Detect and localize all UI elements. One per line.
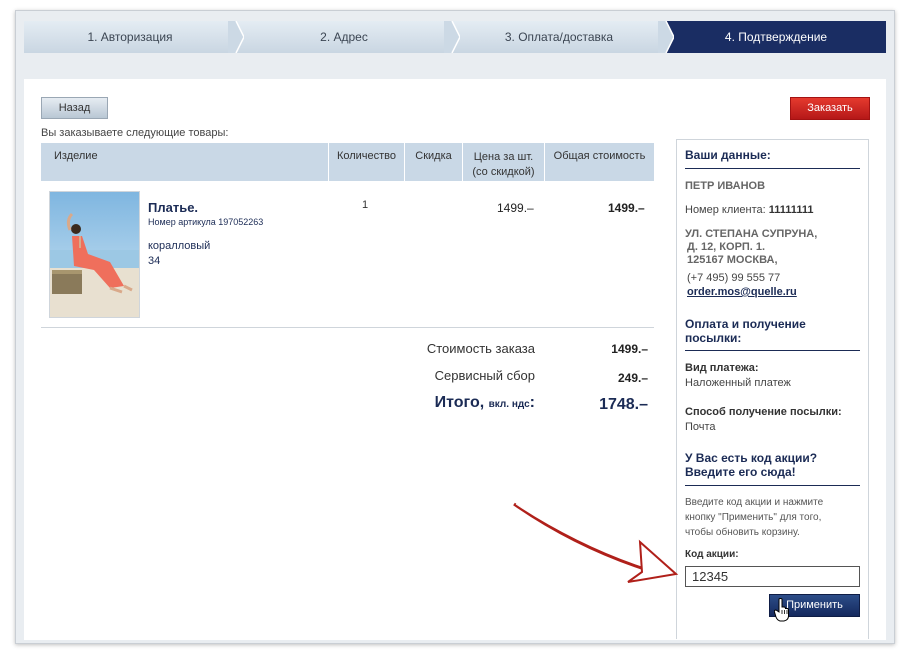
step-label: 2. Адрес (320, 30, 368, 44)
customer-name: ПЕТР ИВАНОВ (685, 180, 766, 192)
promo-code-label: Код акции: (685, 549, 739, 560)
promo-heading: У Вас есть код акции? Введите его сюда! (685, 451, 817, 479)
customer-sidebar: Ваши данные: ПЕТР ИВАНОВ Номер клиента: … (676, 139, 869, 639)
product-color: коралловый (148, 240, 211, 252)
payment-heading: Оплата и получение посылки: (685, 317, 806, 345)
payment-heading-line2: посылки: (685, 331, 742, 345)
order-button[interactable]: Заказать (790, 97, 870, 120)
address-line: УЛ. СТЕПАНА СУПРУНА, (685, 228, 818, 240)
grand-total-value: 1748.– (599, 396, 648, 413)
hand-cursor-icon (774, 598, 789, 622)
step-separator-icon (228, 21, 244, 53)
cart-table-header: Изделие Количество Скидка Цена за шт. (с… (41, 143, 654, 181)
email-link[interactable]: order.mos@quelle.ru (687, 286, 797, 298)
total-vat-note: вкл. ндс (488, 399, 530, 410)
checkout-steps: 1. Авторизация 2. Адрес 3. Оплата/достав… (24, 21, 886, 53)
table-divider (41, 327, 654, 328)
promo-code-input[interactable] (685, 566, 860, 587)
promo-heading-line2: Введите его сюда! (685, 465, 796, 479)
step-authorization[interactable]: 1. Авторизация (24, 21, 244, 53)
payment-type-value: Наложенный платеж (685, 377, 791, 389)
service-fee-label: Сервисный сбор (434, 368, 535, 383)
your-data-heading: Ваши данные: (685, 148, 771, 162)
payment-type-label: Вид платежа: (685, 362, 759, 374)
step-payment-delivery[interactable]: 3. Оплата/доставка (452, 21, 674, 53)
promo-hint-line: Введите код акции и нажмите (685, 497, 824, 508)
customer-phone: (+7 495) 99 555 77 (687, 272, 781, 284)
product-article-number: Номер артикула 197052263 (148, 217, 264, 227)
promo-heading-line1: У Вас есть код акции? (685, 451, 818, 465)
order-cost-label: Стоимость заказа (426, 341, 535, 356)
sidebar-divider (685, 350, 860, 351)
dress-photo-icon (50, 192, 139, 317)
order-intro-text: Вы заказываете следующие товары: (41, 127, 229, 139)
sidebar-divider (685, 168, 860, 169)
step-label: 3. Оплата/доставка (504, 30, 614, 44)
step-separator-icon (444, 21, 460, 53)
payment-heading-line1: Оплата и получение (685, 317, 806, 331)
step-confirmation: 4. Подтверждение (666, 21, 886, 53)
step-label: 1. Авторизация (87, 30, 173, 44)
service-fee-value: 249.– (617, 371, 648, 385)
price-header-line1: Цена за шт. (473, 151, 534, 163)
address-line: Д. 12, КОРП. 1. (687, 241, 766, 253)
column-header-item: Изделие (54, 150, 98, 162)
back-button[interactable]: Назад (41, 97, 108, 119)
column-header-total: Общая стоимость (544, 143, 654, 181)
customer-email[interactable]: order.mos@quelle.ru (685, 286, 797, 299)
column-header-quantity: Количество (328, 143, 404, 181)
client-number-row: Номер клиента: 11111111 (685, 204, 813, 217)
product-image[interactable] (49, 191, 140, 318)
product-price: 1499.– (497, 201, 534, 215)
client-number-label: Номер клиента: (685, 204, 766, 216)
product-total: 1499.– (608, 201, 645, 215)
delivery-method-value: Почта (685, 421, 716, 433)
order-cost-value: 1499.– (611, 342, 648, 356)
grand-total-label: Итого, вкл. ндс: (435, 394, 535, 412)
address-line: 125167 МОСКВА, (687, 254, 778, 266)
client-number-value: 11111111 (768, 204, 814, 216)
step-separator-icon (658, 21, 674, 53)
promo-hint: Введите код акции и нажмите кнопку "Прим… (685, 495, 865, 540)
product-name[interactable]: Платье. (148, 200, 198, 215)
promo-hint-line: чтобы обновить корзину. (685, 527, 800, 538)
customer-address: УЛ. СТЕПАНА СУПРУНА, Д. 12, КОРП. 1. 125… (685, 228, 817, 267)
column-header-price: Цена за шт. (со скидкой) (462, 143, 544, 181)
step-label: 4. Подтверждение (724, 30, 828, 44)
total-word: Итого, (434, 394, 485, 411)
price-header-line2: (со скидкой) (472, 166, 535, 178)
delivery-method-label: Способ получение посылки: (685, 406, 842, 418)
annotation-arrow-icon (513, 502, 679, 583)
sidebar-divider (685, 485, 860, 486)
product-quantity: 1 (362, 199, 369, 211)
promo-hint-line: кнопку "Применить" для того, (685, 512, 822, 523)
product-size: 34 (148, 255, 161, 267)
column-header-discount: Скидка (404, 143, 462, 181)
step-address[interactable]: 2. Адрес (236, 21, 460, 53)
total-colon: : (529, 394, 535, 411)
